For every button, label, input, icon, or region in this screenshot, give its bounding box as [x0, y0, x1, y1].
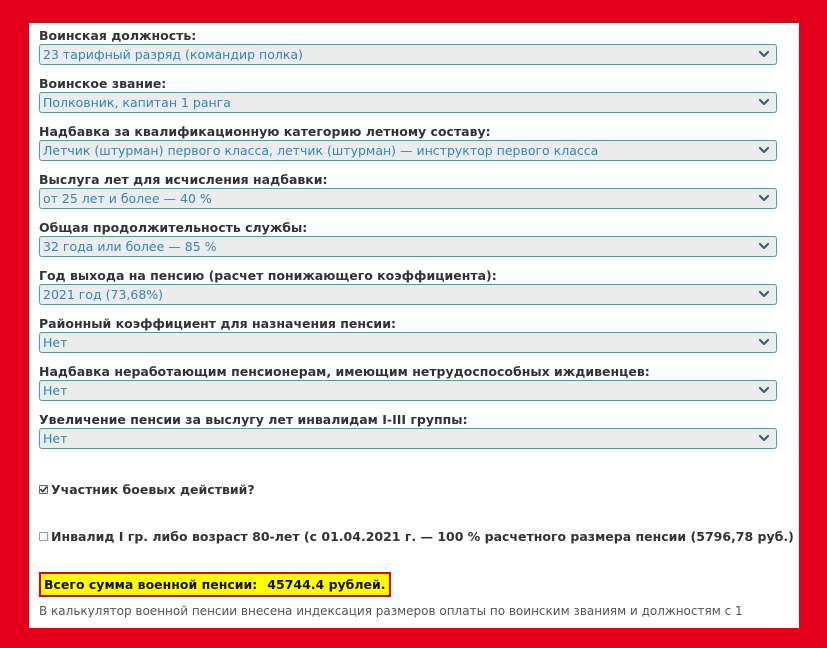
- service-length-select[interactable]: 32 года или более — 85 %: [39, 236, 777, 257]
- position-select[interactable]: 23 тарифный разряд (командир полка): [39, 44, 777, 65]
- chevron-down-icon: [758, 146, 770, 154]
- retirement-year-select-value: 2021 год (73,68%): [43, 287, 164, 302]
- service-length-select-value: 32 года или более — 85 %: [43, 239, 217, 254]
- rank-label: Воинское звание:: [39, 76, 167, 91]
- indexation-note: В калькулятор военной пенсии внесена инд…: [39, 604, 743, 618]
- regional-coefficient-label: Районный коэффициент для назначения пенс…: [39, 316, 396, 331]
- qualification-label: Надбавка за квалификационную категорию л…: [39, 124, 491, 139]
- total-pension-label: Всего сумма военной пенсии:: [44, 577, 258, 592]
- position-label: Воинская должность:: [39, 28, 197, 43]
- rank-select-value: Полковник, капитан 1 ранга: [43, 95, 231, 110]
- service-length-label: Общая продолжительность службы:: [39, 220, 308, 235]
- calculator-panel: Воинская должность: 23 тарифный разряд (…: [29, 23, 799, 628]
- combat-veteran-option[interactable]: Участник боевых действий?: [39, 481, 255, 498]
- chevron-down-icon: [758, 242, 770, 250]
- disabled-or-80-option[interactable]: Инвалид I гр. либо возраст 80-лет (с 01.…: [39, 528, 794, 545]
- qualification-select[interactable]: Летчик (штурман) первого класса, летчик …: [39, 140, 777, 161]
- chevron-down-icon: [758, 98, 770, 106]
- checkmark-icon: [40, 486, 48, 493]
- total-pension-value: 45744.4 рублей.: [267, 577, 386, 592]
- dependents-allowance-select-value: Нет: [43, 383, 68, 398]
- pension-form: Воинская должность: 23 тарифный разряд (…: [39, 27, 777, 459]
- retirement-year-select[interactable]: 2021 год (73,68%): [39, 284, 777, 305]
- chevron-down-icon: [758, 50, 770, 58]
- chevron-down-icon: [758, 434, 770, 442]
- disabled-or-80-checkbox[interactable]: [39, 532, 48, 541]
- qualification-select-value: Летчик (штурман) первого класса, летчик …: [43, 143, 599, 158]
- position-select-value: 23 тарифный разряд (командир полка): [43, 47, 303, 62]
- combat-veteran-label: Участник боевых действий?: [51, 482, 255, 497]
- regional-coefficient-select-value: Нет: [43, 335, 68, 350]
- chevron-down-icon: [758, 290, 770, 298]
- regional-coefficient-select[interactable]: Нет: [39, 332, 777, 353]
- seniority-allowance-select[interactable]: от 25 лет и более — 40 %: [39, 188, 777, 209]
- disability-increase-select-value: Нет: [43, 431, 68, 446]
- disability-increase-select[interactable]: Нет: [39, 428, 777, 449]
- retirement-year-label: Год выхода на пенсию (расчет понижающего…: [39, 268, 497, 283]
- dependents-allowance-select[interactable]: Нет: [39, 380, 777, 401]
- disability-increase-label: Увеличение пенсии за выслугу лет инвалид…: [39, 412, 468, 427]
- seniority-allowance-select-value: от 25 лет и более — 40 %: [43, 191, 212, 206]
- chevron-down-icon: [758, 386, 770, 394]
- rank-select[interactable]: Полковник, капитан 1 ранга: [39, 92, 777, 113]
- combat-veteran-checkbox[interactable]: [39, 485, 48, 494]
- chevron-down-icon: [758, 338, 770, 346]
- seniority-allowance-label: Выслуга лет для исчисления надбавки:: [39, 172, 328, 187]
- disabled-or-80-label: Инвалид I гр. либо возраст 80-лет (с 01.…: [51, 529, 794, 544]
- dependents-allowance-label: Надбавка неработающим пенсионерам, имеющ…: [39, 364, 650, 379]
- chevron-down-icon: [758, 194, 770, 202]
- total-pension-box: Всего сумма военной пенсии: 45744.4 рубл…: [39, 572, 391, 597]
